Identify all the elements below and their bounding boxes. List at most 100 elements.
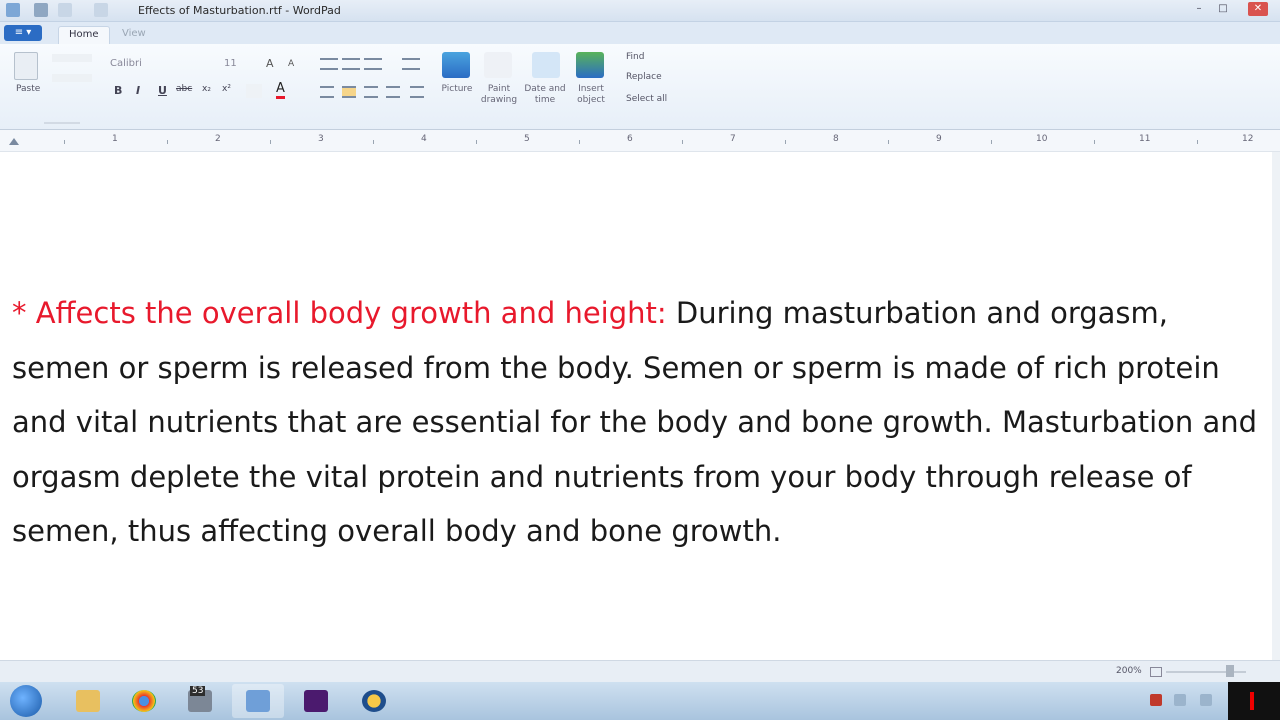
bullets-icon[interactable] [364, 58, 382, 70]
taskbar-item-chrome[interactable] [118, 684, 170, 718]
ruler-number: 3 [318, 134, 324, 144]
wordpad-icon [246, 690, 270, 712]
align-right-icon[interactable] [364, 86, 378, 98]
ruler-number: 5 [524, 134, 530, 144]
ruler-tick [167, 140, 168, 144]
paste-icon[interactable] [14, 52, 38, 80]
shrink-font-icon[interactable]: A [288, 59, 294, 69]
paint-drawing-icon[interactable] [484, 52, 512, 78]
paragraph-icon[interactable] [410, 86, 424, 98]
ruler-tick [579, 140, 580, 144]
replace-button[interactable]: Replace [626, 72, 662, 82]
tab-home[interactable]: Home [58, 26, 110, 44]
taskbar-item-media[interactable] [348, 684, 400, 718]
line-spacing-icon[interactable] [402, 58, 420, 70]
ruler-tick [1197, 140, 1198, 144]
vertical-scrollbar[interactable] [1272, 152, 1280, 660]
underline-button[interactable]: U [158, 84, 167, 97]
ruler-tick [888, 140, 889, 144]
ruler-number: 2 [215, 134, 221, 144]
picture-icon[interactable] [442, 52, 470, 78]
ruler-tick [682, 140, 683, 144]
zoom-level: 200% [1116, 666, 1142, 676]
tray-volume-icon[interactable] [1200, 694, 1212, 706]
taskbar: 53 [0, 682, 1280, 720]
minimize-button[interactable]: – [1188, 2, 1210, 16]
ruler-number: 12 [1242, 134, 1254, 144]
highlight-color-icon[interactable] [246, 84, 262, 98]
indent-marker-icon[interactable] [9, 138, 19, 145]
zoom-slider[interactable] [1166, 671, 1246, 673]
paragraph-bullet: * [12, 296, 36, 330]
ribbon: Paste Calibri 11 A A B I U abc x₂ x² A P… [0, 44, 1280, 130]
window-title: Effects of Masturbation.rtf - WordPad [138, 4, 341, 17]
tab-view[interactable]: View [112, 26, 156, 44]
recording-indicator-icon [1250, 692, 1254, 710]
strikethrough-button[interactable]: abc [176, 84, 192, 94]
title-bar: Effects of Masturbation.rtf - WordPad – … [0, 0, 1280, 22]
superscript-button[interactable]: x² [222, 84, 231, 94]
grow-font-icon[interactable]: A [266, 57, 274, 70]
ruler-number: 6 [627, 134, 633, 144]
bold-button[interactable]: B [114, 84, 122, 97]
align-center-icon[interactable] [342, 86, 356, 98]
insert-datetime-label[interactable]: Date and time [520, 84, 570, 106]
increase-indent-icon[interactable] [342, 58, 360, 70]
align-left-icon[interactable] [320, 86, 334, 98]
font-color-icon[interactable]: A [276, 82, 285, 99]
ruler-tick [373, 140, 374, 144]
redo-quick-icon[interactable] [94, 3, 108, 17]
ruler-number: 1 [112, 134, 118, 144]
tray-network-icon[interactable] [1174, 694, 1186, 706]
app-menu-button[interactable]: ≡ ▾ [4, 25, 42, 41]
font-family-select[interactable]: Calibri [106, 56, 202, 72]
insert-object-icon[interactable] [576, 52, 604, 78]
justify-icon[interactable] [386, 86, 400, 98]
ruler-number: 4 [421, 134, 427, 144]
premiere-icon [304, 690, 328, 712]
zoom-out-icon[interactable] [1150, 667, 1162, 677]
close-button[interactable]: ✕ [1248, 2, 1268, 16]
chrome-icon [132, 690, 156, 712]
start-button-icon[interactable] [10, 685, 42, 717]
italic-button[interactable]: I [136, 84, 140, 97]
wordpad-app-icon[interactable] [6, 3, 20, 17]
font-size-select[interactable]: 11 [218, 56, 254, 72]
date-time-icon[interactable] [532, 52, 560, 78]
ruler-tick [1094, 140, 1095, 144]
ruler-number: 11 [1139, 134, 1151, 144]
paste-button-label[interactable]: Paste [16, 84, 40, 94]
document-canvas[interactable]: * Affects the overall body growth and he… [0, 152, 1272, 660]
save-quick-icon[interactable] [34, 3, 48, 17]
taskbar-item-wordpad[interactable] [232, 684, 284, 718]
badge-count: 53 [190, 686, 206, 696]
ruler[interactable]: 1 2 3 4 5 6 7 8 9 10 11 12 [0, 130, 1280, 152]
decrease-indent-icon[interactable] [320, 58, 338, 70]
paragraph-body: During masturbation and orgasm, semen or… [12, 296, 1258, 548]
taskbar-item-explorer[interactable] [62, 684, 114, 718]
document-paragraph[interactable]: * Affects the overall body growth and he… [12, 286, 1262, 559]
ribbon-tab-row: ≡ ▾ Home View [0, 22, 1280, 44]
insert-object-label[interactable]: Insert object [566, 84, 616, 106]
insert-paint-label[interactable]: Paint drawing [474, 84, 524, 106]
ruler-tick [270, 140, 271, 144]
ruler-number: 9 [936, 134, 942, 144]
headphones-icon [362, 690, 386, 712]
maximize-button[interactable]: □ [1212, 2, 1234, 16]
status-bar: 200% [0, 660, 1280, 682]
undo-quick-icon[interactable] [58, 3, 72, 17]
show-desktop-button[interactable] [1228, 682, 1280, 720]
ruler-number: 7 [730, 134, 736, 144]
taskbar-item-app[interactable]: 53 [174, 684, 226, 718]
select-all-button[interactable]: Select all [626, 94, 667, 104]
ruler-tick [476, 140, 477, 144]
ruler-tick [64, 140, 65, 144]
find-button[interactable]: Find [626, 52, 644, 62]
cut-icon[interactable] [52, 54, 92, 62]
tray-flag-icon[interactable] [1150, 694, 1162, 706]
taskbar-item-premiere[interactable] [290, 684, 342, 718]
zoom-slider-thumb[interactable] [1226, 665, 1234, 677]
copy-icon[interactable] [52, 74, 92, 82]
subscript-button[interactable]: x₂ [202, 84, 211, 94]
ruler-tick [785, 140, 786, 144]
